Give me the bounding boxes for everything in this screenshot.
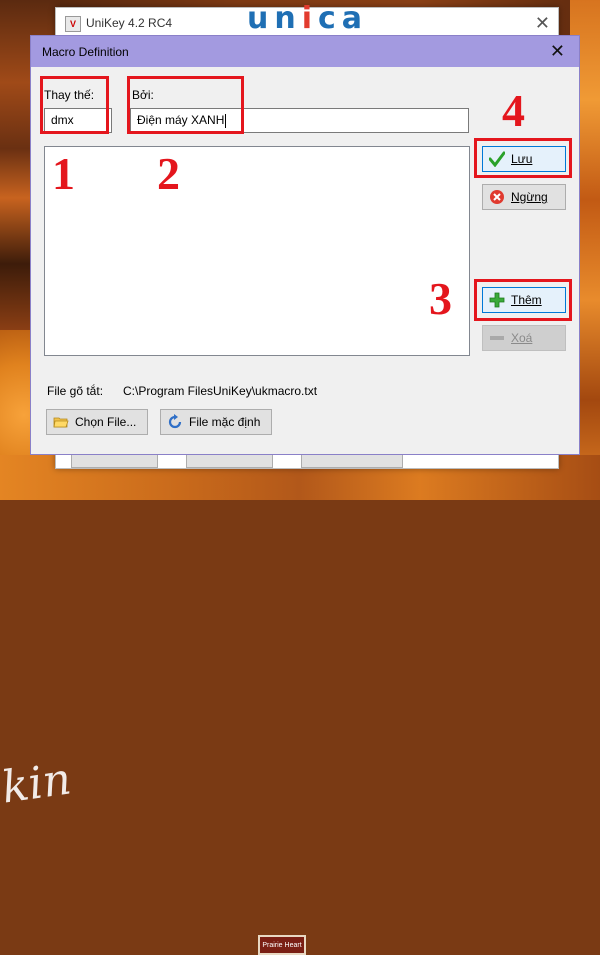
choose-file-label: Chọn File... bbox=[75, 415, 137, 429]
dialog-titlebar[interactable]: Macro Definition ✕ bbox=[31, 36, 579, 67]
add-label: Thêm bbox=[511, 293, 542, 307]
by-input-value: Điện máy XANH bbox=[137, 113, 225, 127]
default-file-button[interactable]: File mặc định bbox=[160, 409, 272, 435]
step-number-2: 2 bbox=[157, 148, 180, 199]
default-file-label: File mặc định bbox=[189, 415, 261, 429]
save-label: Lưu bbox=[511, 152, 533, 166]
plus-icon bbox=[489, 292, 505, 308]
background-sign: Prairie Heart bbox=[258, 935, 306, 955]
delete-label: Xoá bbox=[511, 331, 533, 345]
stop-label: Ngừng bbox=[511, 190, 548, 204]
close-icon[interactable]: ✕ bbox=[550, 41, 565, 62]
stop-button[interactable]: Ngừng bbox=[482, 184, 566, 210]
step-number-1: 1 bbox=[52, 148, 75, 199]
by-input[interactable]: Điện máy XANH bbox=[130, 108, 469, 133]
delete-button[interactable]: Xoá bbox=[482, 325, 566, 351]
macro-list[interactable] bbox=[44, 146, 470, 356]
replace-input[interactable]: dmx bbox=[44, 108, 112, 133]
unica-logo-text: unica bbox=[247, 1, 369, 36]
cancel-icon bbox=[489, 189, 505, 205]
file-path: C:\Program FilesUniKey\ukmacro.txt bbox=[123, 384, 318, 398]
minus-icon bbox=[489, 330, 505, 346]
macro-definition-dialog: Macro Definition ✕ Thay thế: dmx Bởi: Đi… bbox=[30, 35, 580, 455]
by-label: Bởi: bbox=[132, 88, 154, 102]
folder-icon bbox=[53, 414, 69, 430]
file-label: File gõ tắt: bbox=[47, 384, 104, 398]
text-cursor bbox=[225, 113, 227, 128]
unikey-close-icon[interactable]: ✕ bbox=[535, 13, 550, 34]
save-button[interactable]: Lưu bbox=[482, 146, 566, 172]
add-button[interactable]: Thêm bbox=[482, 287, 566, 313]
choose-file-button[interactable]: Chọn File... bbox=[46, 409, 148, 435]
unikey-title: UniKey 4.2 RC4 bbox=[86, 16, 173, 30]
dialog-title: Macro Definition bbox=[42, 45, 129, 59]
background-script-text: kin bbox=[0, 753, 75, 814]
checkmark-icon bbox=[488, 151, 506, 168]
refresh-icon bbox=[167, 414, 183, 430]
replace-label: Thay thế: bbox=[44, 88, 95, 102]
step-number-4: 4 bbox=[502, 85, 525, 136]
unikey-app-icon: V bbox=[65, 16, 81, 32]
unica-logo: unica bbox=[247, 4, 368, 34]
step-number-3: 3 bbox=[429, 273, 452, 324]
